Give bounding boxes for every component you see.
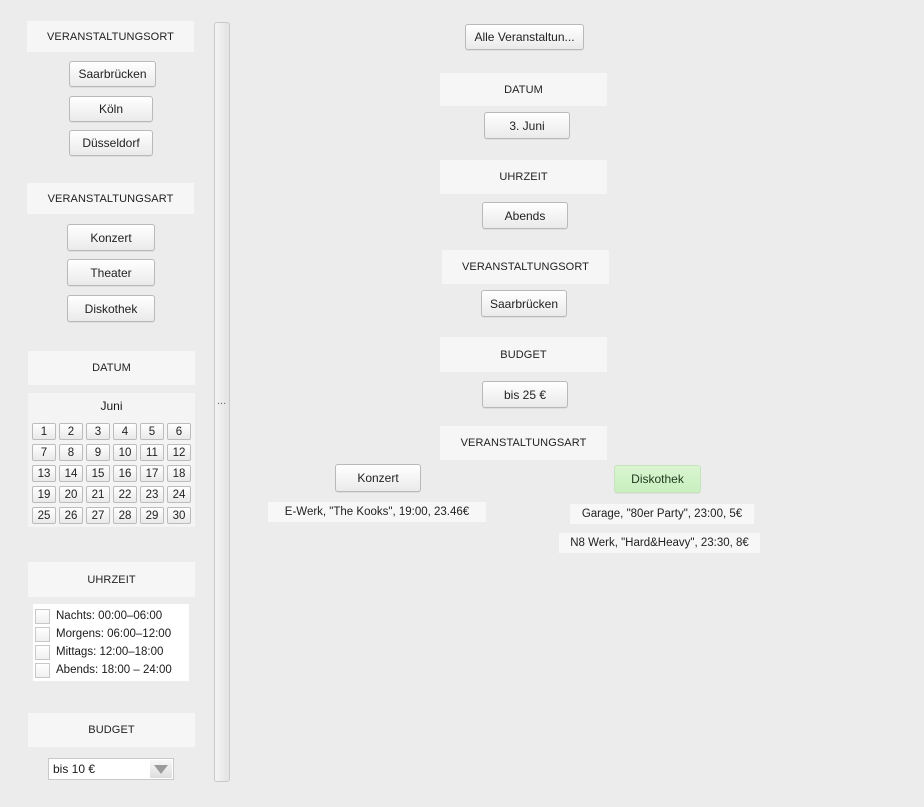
checkbox-nachts[interactable]: [35, 608, 50, 624]
all-events-button[interactable]: Alle Veranstaltun...: [465, 24, 584, 50]
time-label-abends: Abends: 18:00 – 24:00: [56, 664, 172, 676]
time-label-morgens: Morgens: 06:00–12:00: [56, 628, 172, 640]
time-label-nachts: Nachts: 00:00–06:00: [56, 610, 163, 622]
calendar-day[interactable]: 29: [140, 507, 164, 524]
chevron-down-icon: [154, 765, 168, 774]
checkbox-abends[interactable]: [35, 662, 50, 678]
main-datum-value-button[interactable]: 3. Juni: [484, 112, 570, 139]
category-konzert-button[interactable]: Konzert: [335, 464, 421, 492]
time-label-mittags: Mittags: 12:00–18:00: [56, 646, 164, 658]
calendar-day[interactable]: 8: [59, 444, 83, 461]
calendar-day[interactable]: 30: [167, 507, 191, 524]
calendar-day[interactable]: 25: [32, 507, 56, 524]
calendar-day[interactable]: 2: [59, 423, 83, 440]
calendar-day[interactable]: 27: [86, 507, 110, 524]
checkbox-morgens[interactable]: [35, 626, 50, 642]
calendar-day[interactable]: 24: [167, 486, 191, 503]
calendar-day[interactable]: 19: [32, 486, 56, 503]
time-option-nachts[interactable]: Nachts: 00:00–06:00: [35, 608, 162, 624]
time-option-morgens[interactable]: Morgens: 06:00–12:00: [35, 626, 171, 642]
art-header: VERANSTALTUNGSART: [27, 183, 194, 214]
calendar-month: Juni: [100, 399, 123, 413]
calendar-day[interactable]: 9: [86, 444, 110, 461]
category-diskothek-button[interactable]: Diskothek: [614, 465, 701, 493]
datum-header-label: DATUM: [92, 362, 131, 374]
main-ort-value-button[interactable]: Saarbrücken: [481, 290, 567, 317]
main-datum-header-label: DATUM: [504, 83, 543, 96]
budget-select-value: bis 10 €: [53, 762, 96, 776]
ort-koeln-button[interactable]: Köln: [69, 96, 153, 122]
calendar-day[interactable]: 21: [86, 486, 110, 503]
calendar-grid: 1 2 3 4 5 6 7 8 9 10 11 12 13 14 15 16 17 18 19 20 21 22 23 24 2…: [32, 423, 192, 524]
art-diskothek-button[interactable]: Diskothek: [67, 295, 155, 322]
art-konzert-button[interactable]: Konzert: [67, 224, 155, 251]
budget-select-arrow[interactable]: [150, 760, 172, 778]
calendar-day[interactable]: 7: [32, 444, 56, 461]
main-ort-header-label: VERANSTALTUNGSORT: [462, 261, 589, 273]
art-header-label: VERANSTALTUNGSART: [47, 192, 174, 205]
calendar-day[interactable]: 4: [113, 423, 137, 440]
calendar-day[interactable]: 22: [113, 486, 137, 503]
time-of-day-list: Nachts: 00:00–06:00 Morgens: 06:00–12:00…: [33, 604, 189, 681]
datum-header: DATUM: [28, 351, 195, 385]
calendar-day[interactable]: 18: [167, 465, 191, 482]
main-uhrzeit-header: UHRZEIT: [440, 160, 607, 194]
budget-header: BUDGET: [28, 713, 195, 747]
calendar-day[interactable]: 17: [140, 465, 164, 482]
calendar-day[interactable]: 13: [32, 465, 56, 482]
uhrzeit-header: UHRZEIT: [28, 562, 195, 597]
calendar-day[interactable]: 15: [86, 465, 110, 482]
calendar-day[interactable]: 1: [32, 423, 56, 440]
calendar-day[interactable]: 28: [113, 507, 137, 524]
calendar-day[interactable]: 12: [167, 444, 191, 461]
calendar-day[interactable]: 14: [59, 465, 83, 482]
calendar-day[interactable]: 23: [140, 486, 164, 503]
main-budget-header-label: BUDGET: [500, 348, 547, 361]
result-item[interactable]: Garage, "80er Party", 23:00, 5€: [570, 504, 754, 524]
calendar-day[interactable]: 3: [86, 423, 110, 440]
main-uhrzeit-value-button[interactable]: Abends: [482, 202, 568, 229]
ort-header: VERANSTALTUNGSORT: [27, 21, 194, 52]
calendar-day[interactable]: 10: [113, 444, 137, 461]
splitter-handle-icon[interactable]: ...: [217, 395, 226, 407]
budget-header-label: BUDGET: [88, 724, 135, 736]
calendar-day[interactable]: 20: [59, 486, 83, 503]
checkbox-mittags[interactable]: [35, 644, 50, 660]
result-item[interactable]: E-Werk, "The Kooks", 19:00, 23.46€: [268, 502, 486, 522]
ort-duesseldorf-button[interactable]: Düsseldorf: [69, 130, 153, 156]
main-budget-value-button[interactable]: bis 25 €: [482, 381, 568, 408]
main-budget-header: BUDGET: [440, 337, 607, 372]
calendar-day[interactable]: 11: [140, 444, 164, 461]
main-uhrzeit-header-label: UHRZEIT: [499, 171, 548, 183]
calendar-day[interactable]: 16: [113, 465, 137, 482]
time-option-abends[interactable]: Abends: 18:00 – 24:00: [35, 662, 172, 678]
main-art-header: VERANSTALTUNGSART: [440, 426, 607, 460]
budget-select[interactable]: bis 10 €: [48, 758, 174, 780]
calendar-day[interactable]: 26: [59, 507, 83, 524]
ort-header-label: VERANSTALTUNGSORT: [47, 30, 174, 43]
art-theater-button[interactable]: Theater: [67, 259, 155, 286]
main-ort-header: VERANSTALTUNGSORT: [442, 250, 609, 284]
time-option-mittags[interactable]: Mittags: 12:00–18:00: [35, 644, 163, 660]
ort-saarbruecken-button[interactable]: Saarbrücken: [69, 61, 156, 87]
result-item[interactable]: N8 Werk, "Hard&Heavy", 23:30, 8€: [559, 533, 760, 553]
main-art-header-label: VERANSTALTUNGSART: [460, 437, 587, 449]
calendar-day[interactable]: 6: [167, 423, 191, 440]
date-picker: Juni 1 2 3 4 5 6 7 8 9 10 11 12 13 14 15 16 17 18 19 20 21 22…: [28, 393, 195, 527]
uhrzeit-header-label: UHRZEIT: [87, 573, 136, 586]
main-datum-header: DATUM: [440, 73, 607, 106]
calendar-day[interactable]: 5: [140, 423, 164, 440]
